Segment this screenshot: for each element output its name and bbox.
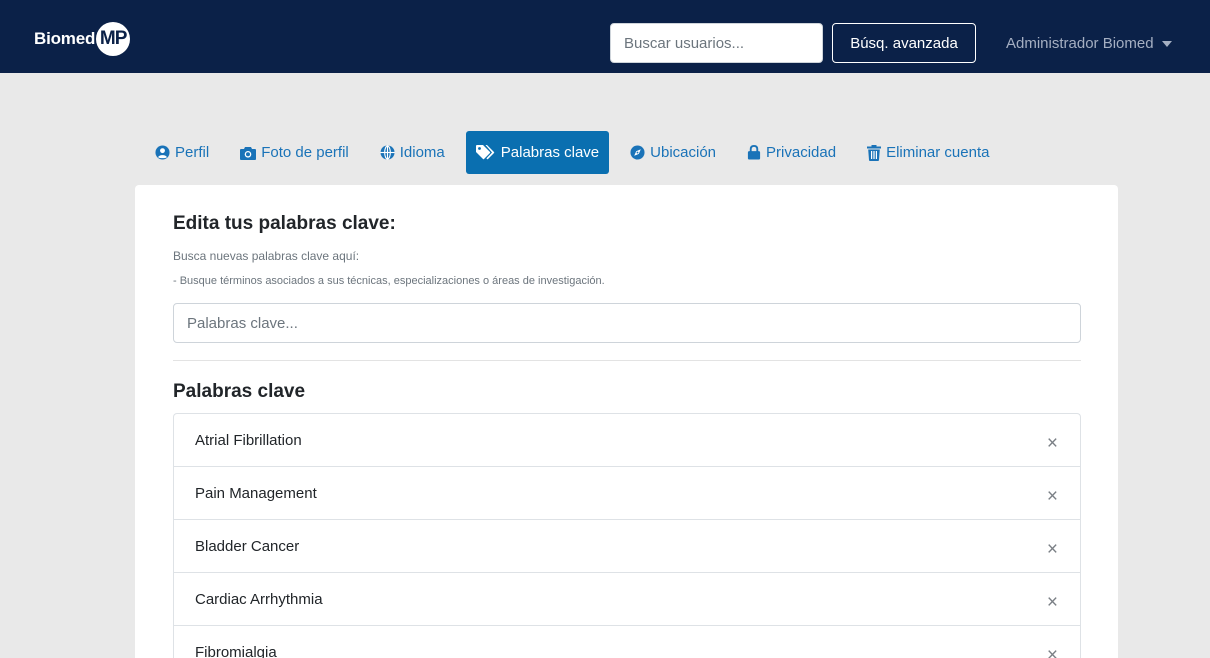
keyword-search-input[interactable] — [173, 303, 1081, 343]
lock-icon — [747, 145, 761, 160]
tab-perfil[interactable]: Perfil — [145, 131, 219, 174]
tab-idioma[interactable]: Idioma — [370, 131, 455, 174]
tab-privacidad[interactable]: Privacidad — [737, 131, 846, 174]
advanced-search-button[interactable]: Búsq. avanzada — [832, 23, 976, 63]
brand-logo[interactable]: Biomed MP — [34, 22, 131, 56]
tab-ubicacion[interactable]: Ubicación — [620, 131, 726, 174]
keyword-list: Atrial Fibrillation × Pain Management × … — [173, 413, 1081, 658]
keyword-item: Fibromialgia × — [174, 626, 1080, 658]
camera-icon — [240, 146, 257, 160]
keyword-item: Bladder Cancer × — [174, 520, 1080, 573]
user-name: Administrador Biomed — [1006, 35, 1154, 52]
settings-tabs: Perfil Foto de perfil Idioma Palabras cl… — [145, 131, 1010, 174]
divider — [173, 360, 1081, 361]
keyword-label: Pain Management — [195, 484, 317, 502]
remove-keyword-icon[interactable]: × — [1047, 434, 1058, 453]
keyword-item: Atrial Fibrillation × — [174, 414, 1080, 467]
tab-label: Palabras clave — [500, 144, 600, 161]
caret-down-icon — [1161, 40, 1172, 47]
card-title: Edita tus palabras clave: — [173, 213, 396, 234]
globe-icon — [380, 145, 395, 160]
user-menu-dropdown[interactable]: Administrador Biomed — [1006, 35, 1172, 52]
keyword-label: Bladder Cancer — [195, 537, 300, 555]
keywords-list-title: Palabras clave — [173, 381, 306, 402]
tab-eliminar-cuenta[interactable]: Eliminar cuenta — [857, 131, 999, 174]
remove-keyword-icon[interactable]: × — [1047, 487, 1058, 506]
top-navbar: Biomed MP Búsq. avanzada Administrador B… — [0, 0, 1210, 73]
tab-label: Ubicación — [650, 144, 717, 161]
user-circle-icon — [155, 145, 170, 160]
keywords-card: Edita tus palabras clave: Busca nuevas p… — [135, 185, 1118, 658]
brand-badge: MP — [96, 22, 131, 56]
help-text-hint: - Busque términos asociados a sus técnic… — [173, 275, 605, 287]
trash-icon — [867, 144, 882, 161]
tab-label: Perfil — [175, 144, 210, 161]
keyword-item: Cardiac Arrhythmia × — [174, 573, 1080, 626]
keyword-label: Cardiac Arrhythmia — [195, 590, 323, 608]
keyword-label: Atrial Fibrillation — [195, 431, 302, 449]
tab-label: Eliminar cuenta — [886, 144, 990, 161]
keyword-label: Fibromialgia — [195, 643, 277, 658]
remove-keyword-icon[interactable]: × — [1047, 593, 1058, 612]
user-search-input[interactable] — [610, 23, 823, 63]
help-text-search: Busca nuevas palabras clave aquí: — [173, 249, 360, 263]
tab-label: Idioma — [399, 144, 445, 161]
tags-icon — [475, 145, 495, 160]
tab-label: Foto de perfil — [261, 144, 349, 161]
brand-text: Biomed — [34, 29, 96, 48]
tab-foto-de-perfil[interactable]: Foto de perfil — [230, 131, 359, 174]
remove-keyword-icon[interactable]: × — [1047, 646, 1058, 658]
keyword-item: Pain Management × — [174, 467, 1080, 520]
remove-keyword-icon[interactable]: × — [1047, 540, 1058, 559]
tab-palabras-clave[interactable]: Palabras clave — [465, 131, 610, 174]
compass-icon — [630, 145, 645, 160]
tab-label: Privacidad — [766, 144, 837, 161]
